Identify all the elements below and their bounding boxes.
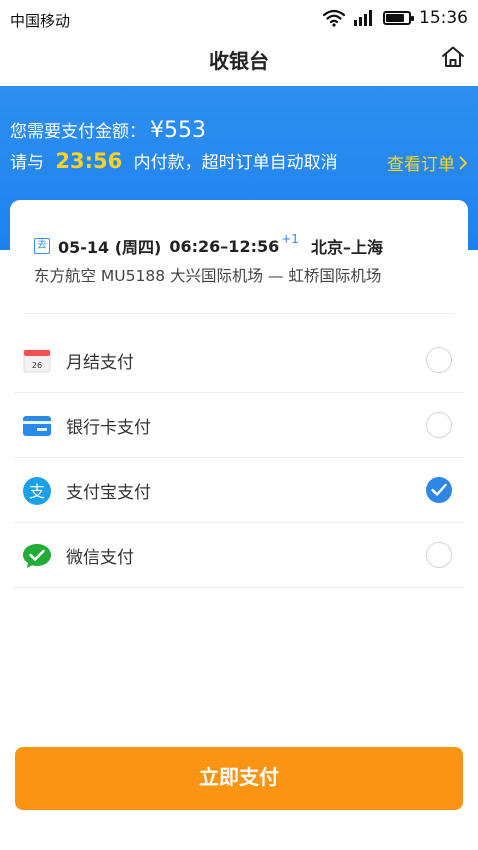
battery-icon bbox=[383, 11, 414, 25]
checkmark-icon bbox=[431, 483, 447, 496]
flight-details: 东方航空 MU5188 大兴国际机场 — 虹桥国际机场 bbox=[34, 267, 382, 285]
payment-method-list: 26 月结支付 银行卡支付 支 支付宝支付 微信支付 bbox=[0, 328, 478, 588]
wifi-icon bbox=[323, 9, 345, 27]
payment-option-label: 支付宝支付 bbox=[66, 483, 151, 503]
payment-option-bank-card[interactable]: 银行卡支付 bbox=[14, 393, 464, 458]
payment-option-monthly[interactable]: 26 月结支付 bbox=[14, 328, 464, 393]
flight-summary: 去 05-14 (周四) 06:26–12:56 +1 北京–上海 bbox=[34, 232, 383, 258]
countdown-suffix: 内付款，超时订单自动取消 bbox=[133, 153, 338, 173]
amount-label: 您需要支付金额： bbox=[10, 122, 146, 142]
radio-unchecked[interactable] bbox=[426, 542, 452, 568]
calendar-icon: 26 bbox=[23, 349, 51, 373]
home-icon[interactable] bbox=[440, 44, 466, 70]
flight-time-range: 06:26–12:56 bbox=[169, 236, 280, 256]
alipay-glyph: 支 bbox=[29, 482, 45, 501]
countdown-line: 请与 23:56 内付款，超时订单自动取消 bbox=[10, 148, 338, 173]
radio-unchecked[interactable] bbox=[426, 412, 452, 438]
view-order-link[interactable]: 查看订单 bbox=[387, 150, 468, 175]
direction-badge: 去 bbox=[34, 238, 50, 254]
alipay-icon: 支 bbox=[23, 477, 51, 505]
pay-now-button[interactable]: 立即支付 bbox=[15, 747, 463, 810]
payment-option-alipay[interactable]: 支 支付宝支付 bbox=[14, 458, 464, 523]
status-indicators: 15:36 bbox=[323, 8, 468, 28]
wechat-pay-icon bbox=[23, 544, 51, 568]
nav-bar: 收银台 bbox=[0, 40, 478, 86]
calendar-day: 26 bbox=[32, 361, 42, 370]
carrier-name: 中国移动 bbox=[10, 12, 71, 30]
flight-date: 05-14 (周四) bbox=[58, 238, 162, 257]
countdown-prefix: 请与 bbox=[10, 153, 44, 173]
payment-option-label: 微信支付 bbox=[66, 548, 134, 568]
radio-unchecked[interactable] bbox=[426, 347, 452, 373]
bank-card-icon bbox=[23, 416, 51, 436]
payment-option-label: 银行卡支付 bbox=[66, 418, 151, 438]
payment-option-wechat[interactable]: 微信支付 bbox=[14, 523, 464, 588]
radio-checked[interactable] bbox=[426, 477, 452, 503]
countdown-timer: 23:56 bbox=[55, 149, 123, 173]
amount-value: ¥553 bbox=[150, 118, 206, 143]
battery-level-fill bbox=[386, 14, 404, 22]
signal-icon bbox=[354, 10, 372, 26]
view-order-label: 查看订单 bbox=[387, 155, 455, 175]
flight-route: 北京–上海 bbox=[310, 238, 383, 257]
chevron-right-icon bbox=[459, 156, 467, 169]
payment-option-label: 月结支付 bbox=[66, 353, 134, 373]
status-bar: 中国移动 15:36 bbox=[0, 0, 478, 40]
page-title: 收银台 bbox=[209, 49, 269, 73]
flight-day-offset: +1 bbox=[281, 232, 299, 246]
divider bbox=[24, 313, 454, 314]
status-time: 15:36 bbox=[419, 8, 468, 28]
amount-line: 您需要支付金额： ¥553 bbox=[10, 117, 206, 143]
